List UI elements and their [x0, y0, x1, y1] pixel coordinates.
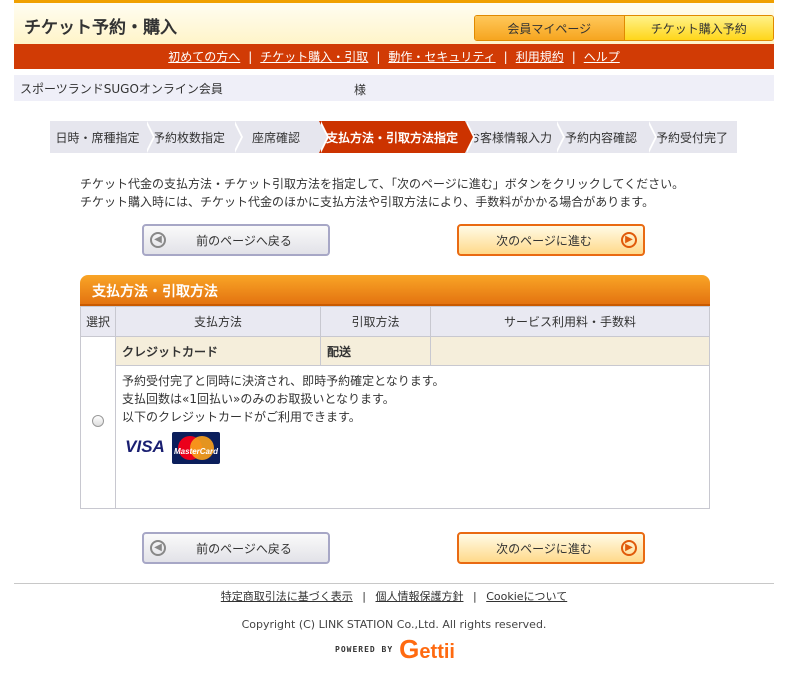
table-row: クレジットカード 配送 — [80, 336, 710, 509]
payment-table: 選択 支払方法 引取方法 サービス利用料・手数料 クレジットカード 配送 予約受… — [80, 306, 710, 509]
member-name: スポーツランドSUGOオンライン会員 — [20, 81, 223, 96]
col-select: 選択 — [80, 306, 116, 337]
desc-line-3: 以下のクレジットカードがご利用できます。 — [122, 410, 361, 424]
tab-member-mypage[interactable]: 会員マイページ — [475, 16, 624, 40]
back-button-bottom[interactable]: ◀ 前のページへ戻る — [142, 532, 330, 564]
footer-link-commercial-law[interactable]: 特定商取引法に基づく表示 — [221, 590, 353, 603]
page-title: チケット予約・購入 — [24, 18, 177, 38]
gettii-logo: Gettii — [399, 636, 455, 662]
nav-link-security[interactable]: 動作・セキュリティ — [388, 48, 495, 65]
step-payment-delivery: 支払方法・引取方法指定 — [319, 121, 475, 153]
next-button-label: 次のページに進む — [496, 541, 592, 556]
next-button-top[interactable]: 次のページに進む ▶ — [457, 224, 645, 256]
nav-separator: | — [248, 49, 253, 64]
desc-line-1: 予約受付完了と同時に決済され、即時予約確定となります。 — [122, 374, 445, 388]
logo-rest: ettii — [419, 641, 455, 663]
step-complete: 予約受付完了 — [647, 121, 737, 153]
logo-g: G — [399, 634, 420, 664]
option-description: 予約受付完了と同時に決済され、即時予約確定となります。 支払回数は«1回払い»の… — [115, 365, 710, 509]
nav-link-first-time[interactable]: 初めての方へ — [168, 48, 240, 65]
powered-by: POWERED BY Gettii — [335, 636, 455, 662]
delivery-method-name: 配送 — [320, 336, 431, 366]
step-indicator: 日時・席種指定 予約枚数指定 座席確認 支払方法・引取方法指定 お客様情報入力 … — [50, 121, 737, 153]
back-button-label: 前のページへ戻る — [196, 541, 292, 556]
step-datetime: 日時・席種指定 — [50, 121, 155, 153]
nav-link-terms[interactable]: 利用規約 — [516, 48, 564, 65]
nav-link-help[interactable]: ヘルプ — [584, 48, 620, 65]
copyright: Copyright (C) LINK STATION Co.,Ltd. All … — [241, 618, 547, 631]
arrow-right-icon: ▶ — [621, 540, 637, 556]
step-quantity: 予約枚数指定 — [145, 121, 243, 153]
next-button-bottom[interactable]: 次のページに進む ▶ — [457, 532, 645, 564]
step-seat-confirm: 座席確認 — [233, 121, 329, 153]
member-suffix: 様 — [354, 83, 367, 97]
option-radio-credit[interactable] — [91, 415, 104, 427]
powered-by-text: POWERED BY — [335, 644, 394, 654]
section-title: 支払方法・引取方法 — [92, 283, 218, 300]
col-payment: 支払方法 — [115, 306, 321, 337]
visa-logo: VISA — [125, 437, 165, 456]
next-button-label: 次のページに進む — [496, 233, 592, 248]
table-header-row: 選択 支払方法 引取方法 サービス利用料・手数料 — [80, 306, 710, 337]
nav-link-purchase-pickup[interactable]: チケット購入・引取 — [260, 48, 368, 65]
member-bar: スポーツランドSUGOオンライン会員 様 — [14, 75, 774, 101]
footer-divider — [14, 583, 774, 584]
col-delivery: 引取方法 — [320, 306, 431, 337]
step-customer-info: お客様情報入力 — [465, 121, 565, 153]
instructions: チケット代金の支払方法・チケット引取方法を指定して、「次のページに進む」ボタンを… — [80, 175, 684, 211]
footer-separator: | — [472, 590, 477, 603]
col-fee: サービス利用料・手数料 — [430, 306, 710, 337]
card-logos: VISA MasterCard — [122, 432, 703, 464]
instruction-line-1: チケット代金の支払方法・チケット引取方法を指定して、「次のページに進む」ボタンを… — [80, 177, 685, 191]
header-tabs: 会員マイページ チケット購入予約 — [474, 15, 774, 41]
section-header: 支払方法・引取方法 — [80, 275, 710, 306]
back-button-top[interactable]: ◀ 前のページへ戻る — [142, 224, 330, 256]
table-row-description: 予約受付完了と同時に決済され、即時予約確定となります。 支払回数は«1回払い»の… — [81, 365, 710, 509]
step-review: 予約内容確認 — [555, 121, 657, 153]
nav-separator: | — [503, 49, 508, 64]
footer-link-cookie[interactable]: Cookieについて — [486, 590, 567, 603]
footer-link-privacy[interactable]: 個人情報保護方針 — [375, 590, 463, 603]
desc-line-2: 支払回数は«1回払い»のみのお取扱いとなります。 — [122, 392, 395, 406]
mastercard-label: MasterCard — [173, 447, 218, 456]
nav-separator: | — [571, 49, 576, 64]
instruction-line-2: チケット購入時には、チケット代金のほかに支払方法や引取方法により、手数料がかかる… — [80, 195, 655, 209]
back-button-label: 前のページへ戻る — [196, 233, 292, 248]
footer-separator: | — [362, 590, 366, 603]
main-nav: 初めての方へ | チケット購入・引取 | 動作・セキュリティ | 利用規約 | … — [14, 44, 774, 69]
site-header: チケット予約・購入 会員マイページ チケット購入予約 — [14, 3, 774, 44]
footer-links: 特定商取引法に基づく表示 | 個人情報保護方針 | Cookieについて — [0, 588, 788, 604]
payment-method-name: クレジットカード — [115, 336, 321, 366]
tab-ticket-purchase[interactable]: チケット購入予約 — [623, 16, 773, 40]
arrow-right-icon: ▶ — [621, 232, 637, 248]
fee-cell — [430, 336, 710, 366]
mastercard-logo: MasterCard — [172, 432, 220, 464]
radio-cell — [80, 336, 116, 509]
nav-separator: | — [376, 49, 381, 64]
